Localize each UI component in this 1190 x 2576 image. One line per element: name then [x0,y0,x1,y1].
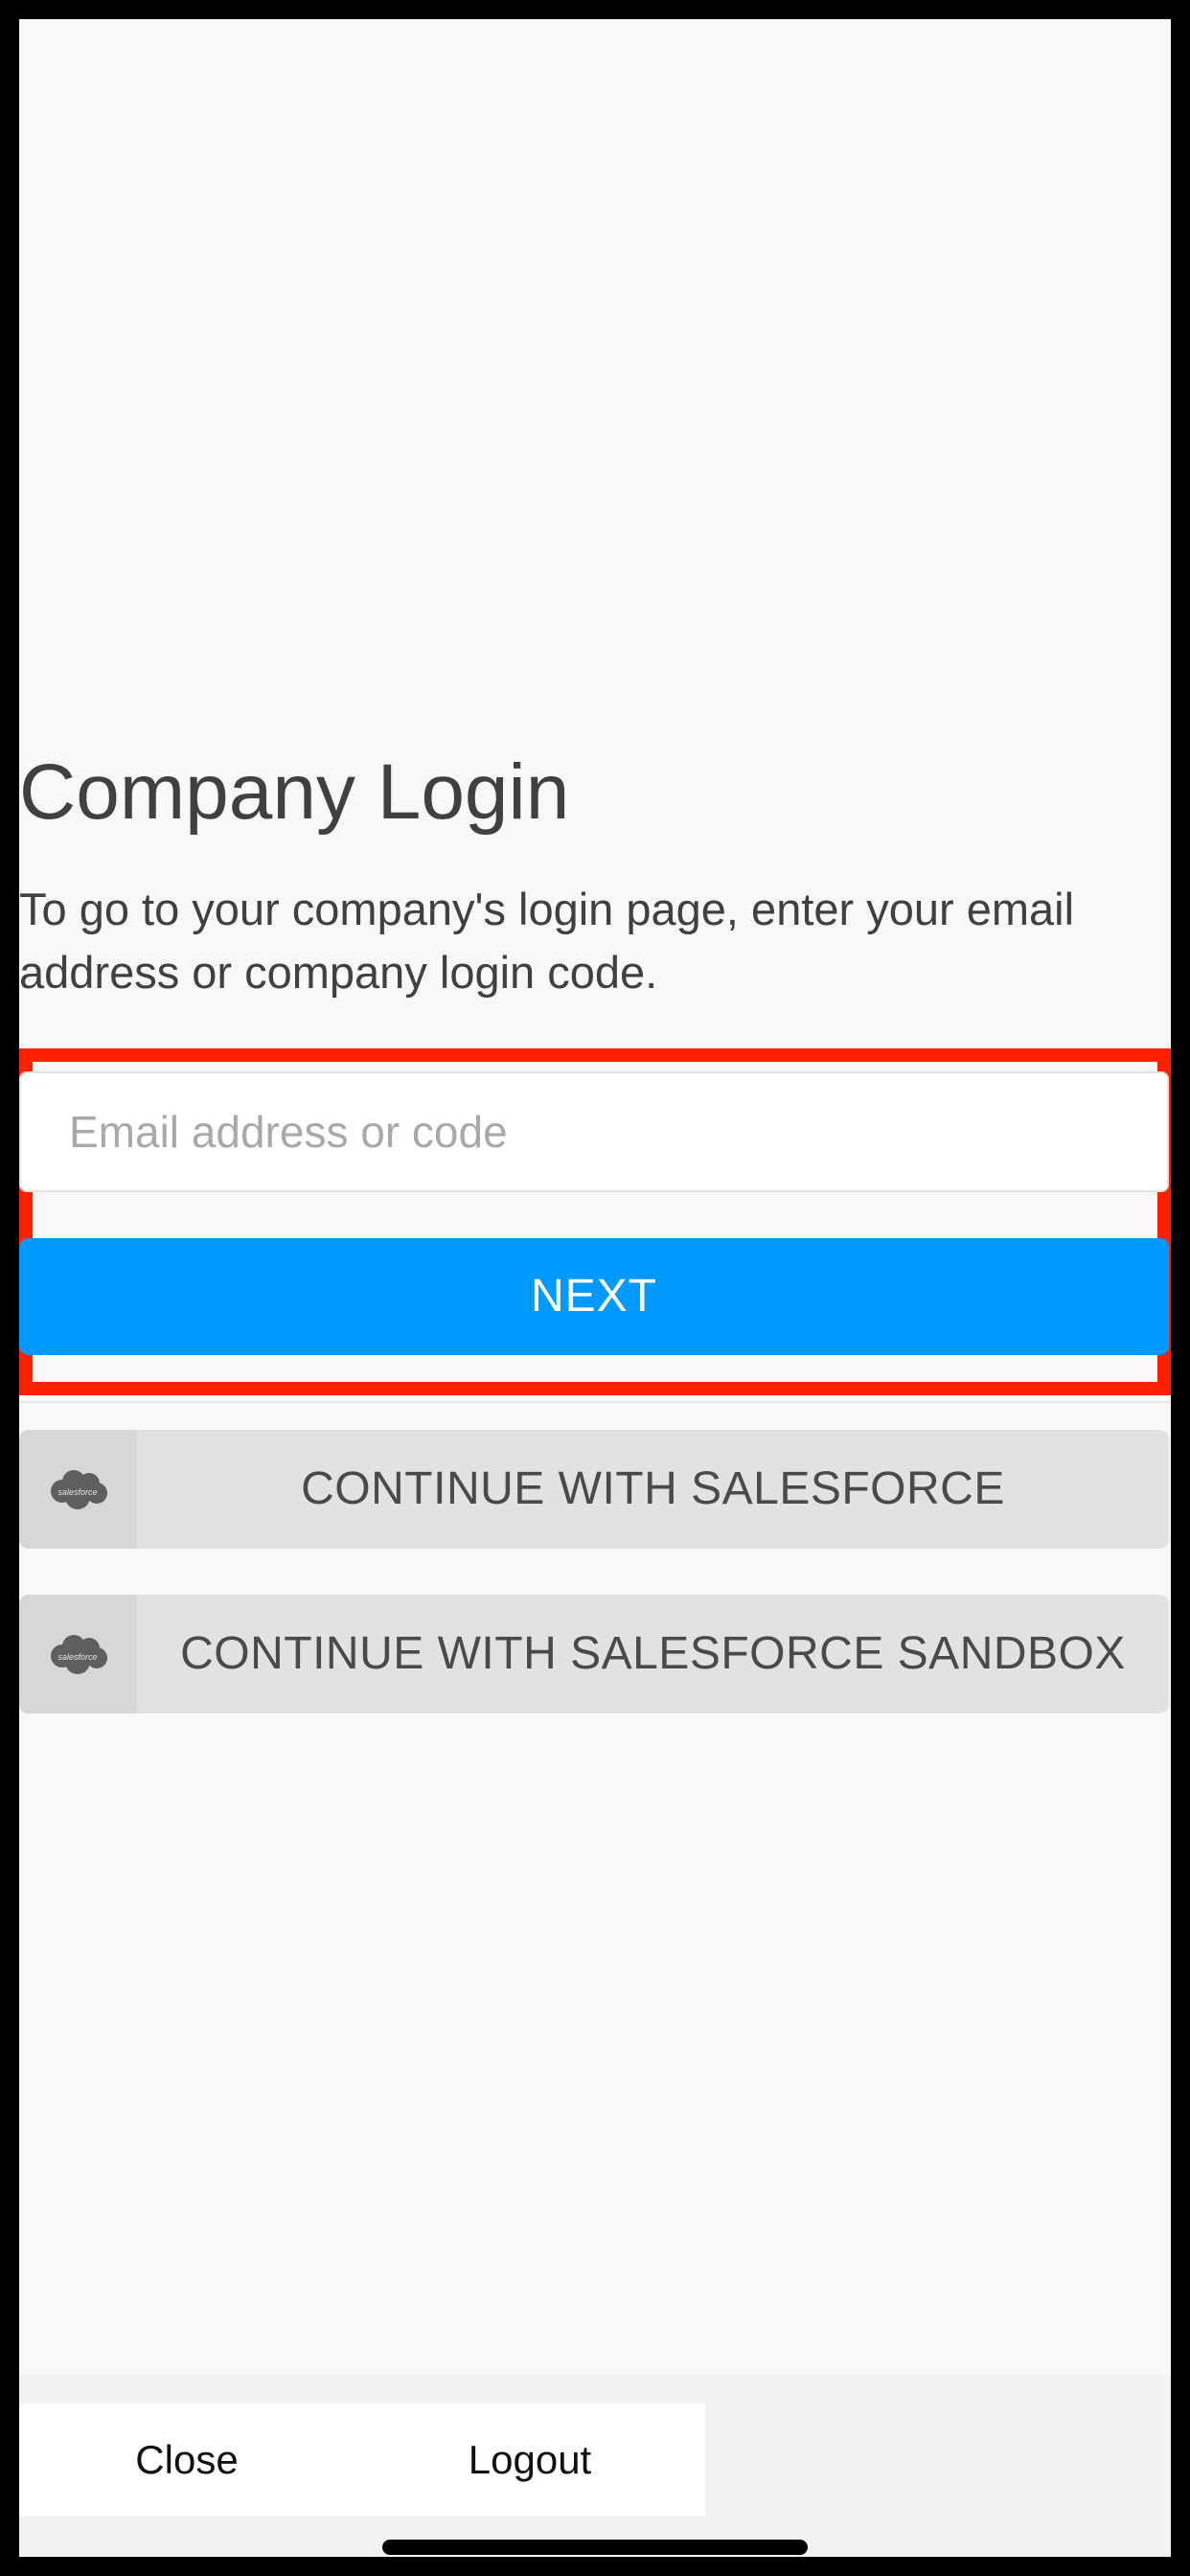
bottom-button-group: Close Logout [19,2404,705,2517]
email-input[interactable] [19,1071,1169,1192]
logout-button[interactable]: Logout [355,2404,705,2517]
salesforce-icon-text: salesforce [57,1652,97,1662]
home-indicator [382,2540,808,2555]
salesforce-icon-box: salesforce [19,1595,137,1714]
continue-with-salesforce-sandbox-label: CONTINUE WITH SALESFORCE SANDBOX [180,1628,1126,1679]
salesforce-cloud-icon: salesforce [51,1635,107,1674]
continue-with-salesforce-button[interactable]: salesforce CONTINUE WITH SALESFORCE [19,1430,1169,1549]
salesforce-icon-text: salesforce [57,1487,97,1497]
app-screen: Company Login To go to your company's lo… [19,19,1171,2557]
next-button[interactable]: NEXT [19,1238,1169,1355]
divider [19,1401,1171,1403]
close-button[interactable]: Close [19,2404,355,2517]
salesforce-icon-box: salesforce [19,1430,137,1549]
page-description: To go to your company's login page, ente… [19,884,1075,998]
salesforce-cloud-icon: salesforce [51,1470,107,1509]
page-title: Company Login [19,748,570,836]
continue-with-salesforce-sandbox-button[interactable]: salesforce CONTINUE WITH SALESFORCE SAND… [19,1595,1169,1714]
continue-with-salesforce-label: CONTINUE WITH SALESFORCE [301,1463,1005,1514]
